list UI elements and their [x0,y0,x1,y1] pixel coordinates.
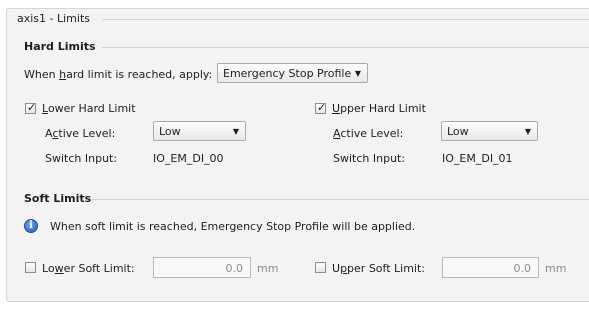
hard-limit-action-value: Emergency Stop Profile [223,67,352,80]
upper-switch-input-value: IO_EM_DI_01 [442,152,513,165]
info-icon: i [24,219,38,233]
lower-hard-limit-checkbox[interactable]: ✓ [25,101,37,114]
lower-switch-input-value: IO_EM_DI_00 [153,152,224,165]
lower-soft-limit-value: 0.0 [225,262,244,275]
panel-title-divider [102,19,589,20]
lower-active-level-value: Low [159,125,181,138]
upper-soft-limit-input[interactable]: 0.0 [442,257,539,278]
hard-limit-action-select[interactable]: Emergency Stop Profile ▼ [217,63,368,83]
lower-soft-limit-unit: mm [257,262,279,275]
upper-switch-input-label: Switch Input: [333,152,406,165]
hard-limits-title: Hard Limits [24,40,96,53]
checkmark-icon: ✓ [317,101,327,114]
soft-limit-info-text: When soft limit is reached, Emergency St… [50,220,416,233]
upper-soft-limit-label: Upper Soft Limit: [332,262,425,275]
soft-limits-title: Soft Limits [24,192,92,205]
panel-title: axis1 - Limits [17,12,90,25]
lower-hard-limit-label: Lower Hard Limit [42,102,136,115]
upper-hard-limit-checkbox[interactable]: ✓ [315,101,327,114]
upper-active-level-label: Active Level: [333,127,404,140]
soft-limits-divider [92,199,589,200]
lower-active-level-label: Active Level: [45,127,116,140]
upper-soft-limit-checkbox[interactable] [315,262,326,273]
lower-switch-input-label: Switch Input: [45,152,118,165]
lower-soft-limit-checkbox[interactable] [25,262,36,273]
chevron-down-icon: ▼ [524,127,531,136]
upper-active-level-select[interactable]: Low ▼ [441,121,538,141]
hard-limits-divider [102,47,589,48]
upper-active-level-value: Low [447,125,469,138]
upper-soft-limit-unit: mm [545,262,567,275]
chevron-down-icon: ▼ [232,127,239,136]
lower-active-level-select[interactable]: Low ▼ [153,121,246,141]
lower-soft-limit-label: Lower Soft Limit: [42,262,135,275]
upper-soft-limit-value: 0.0 [513,262,532,275]
upper-hard-limit-label: Upper Hard Limit [332,102,426,115]
chevron-down-icon: ▼ [354,69,361,78]
lower-soft-limit-input[interactable]: 0.0 [153,257,251,278]
checkmark-icon: ✓ [27,101,37,114]
hard-limit-apply-label: When hard limit is reached, apply: [24,68,213,81]
